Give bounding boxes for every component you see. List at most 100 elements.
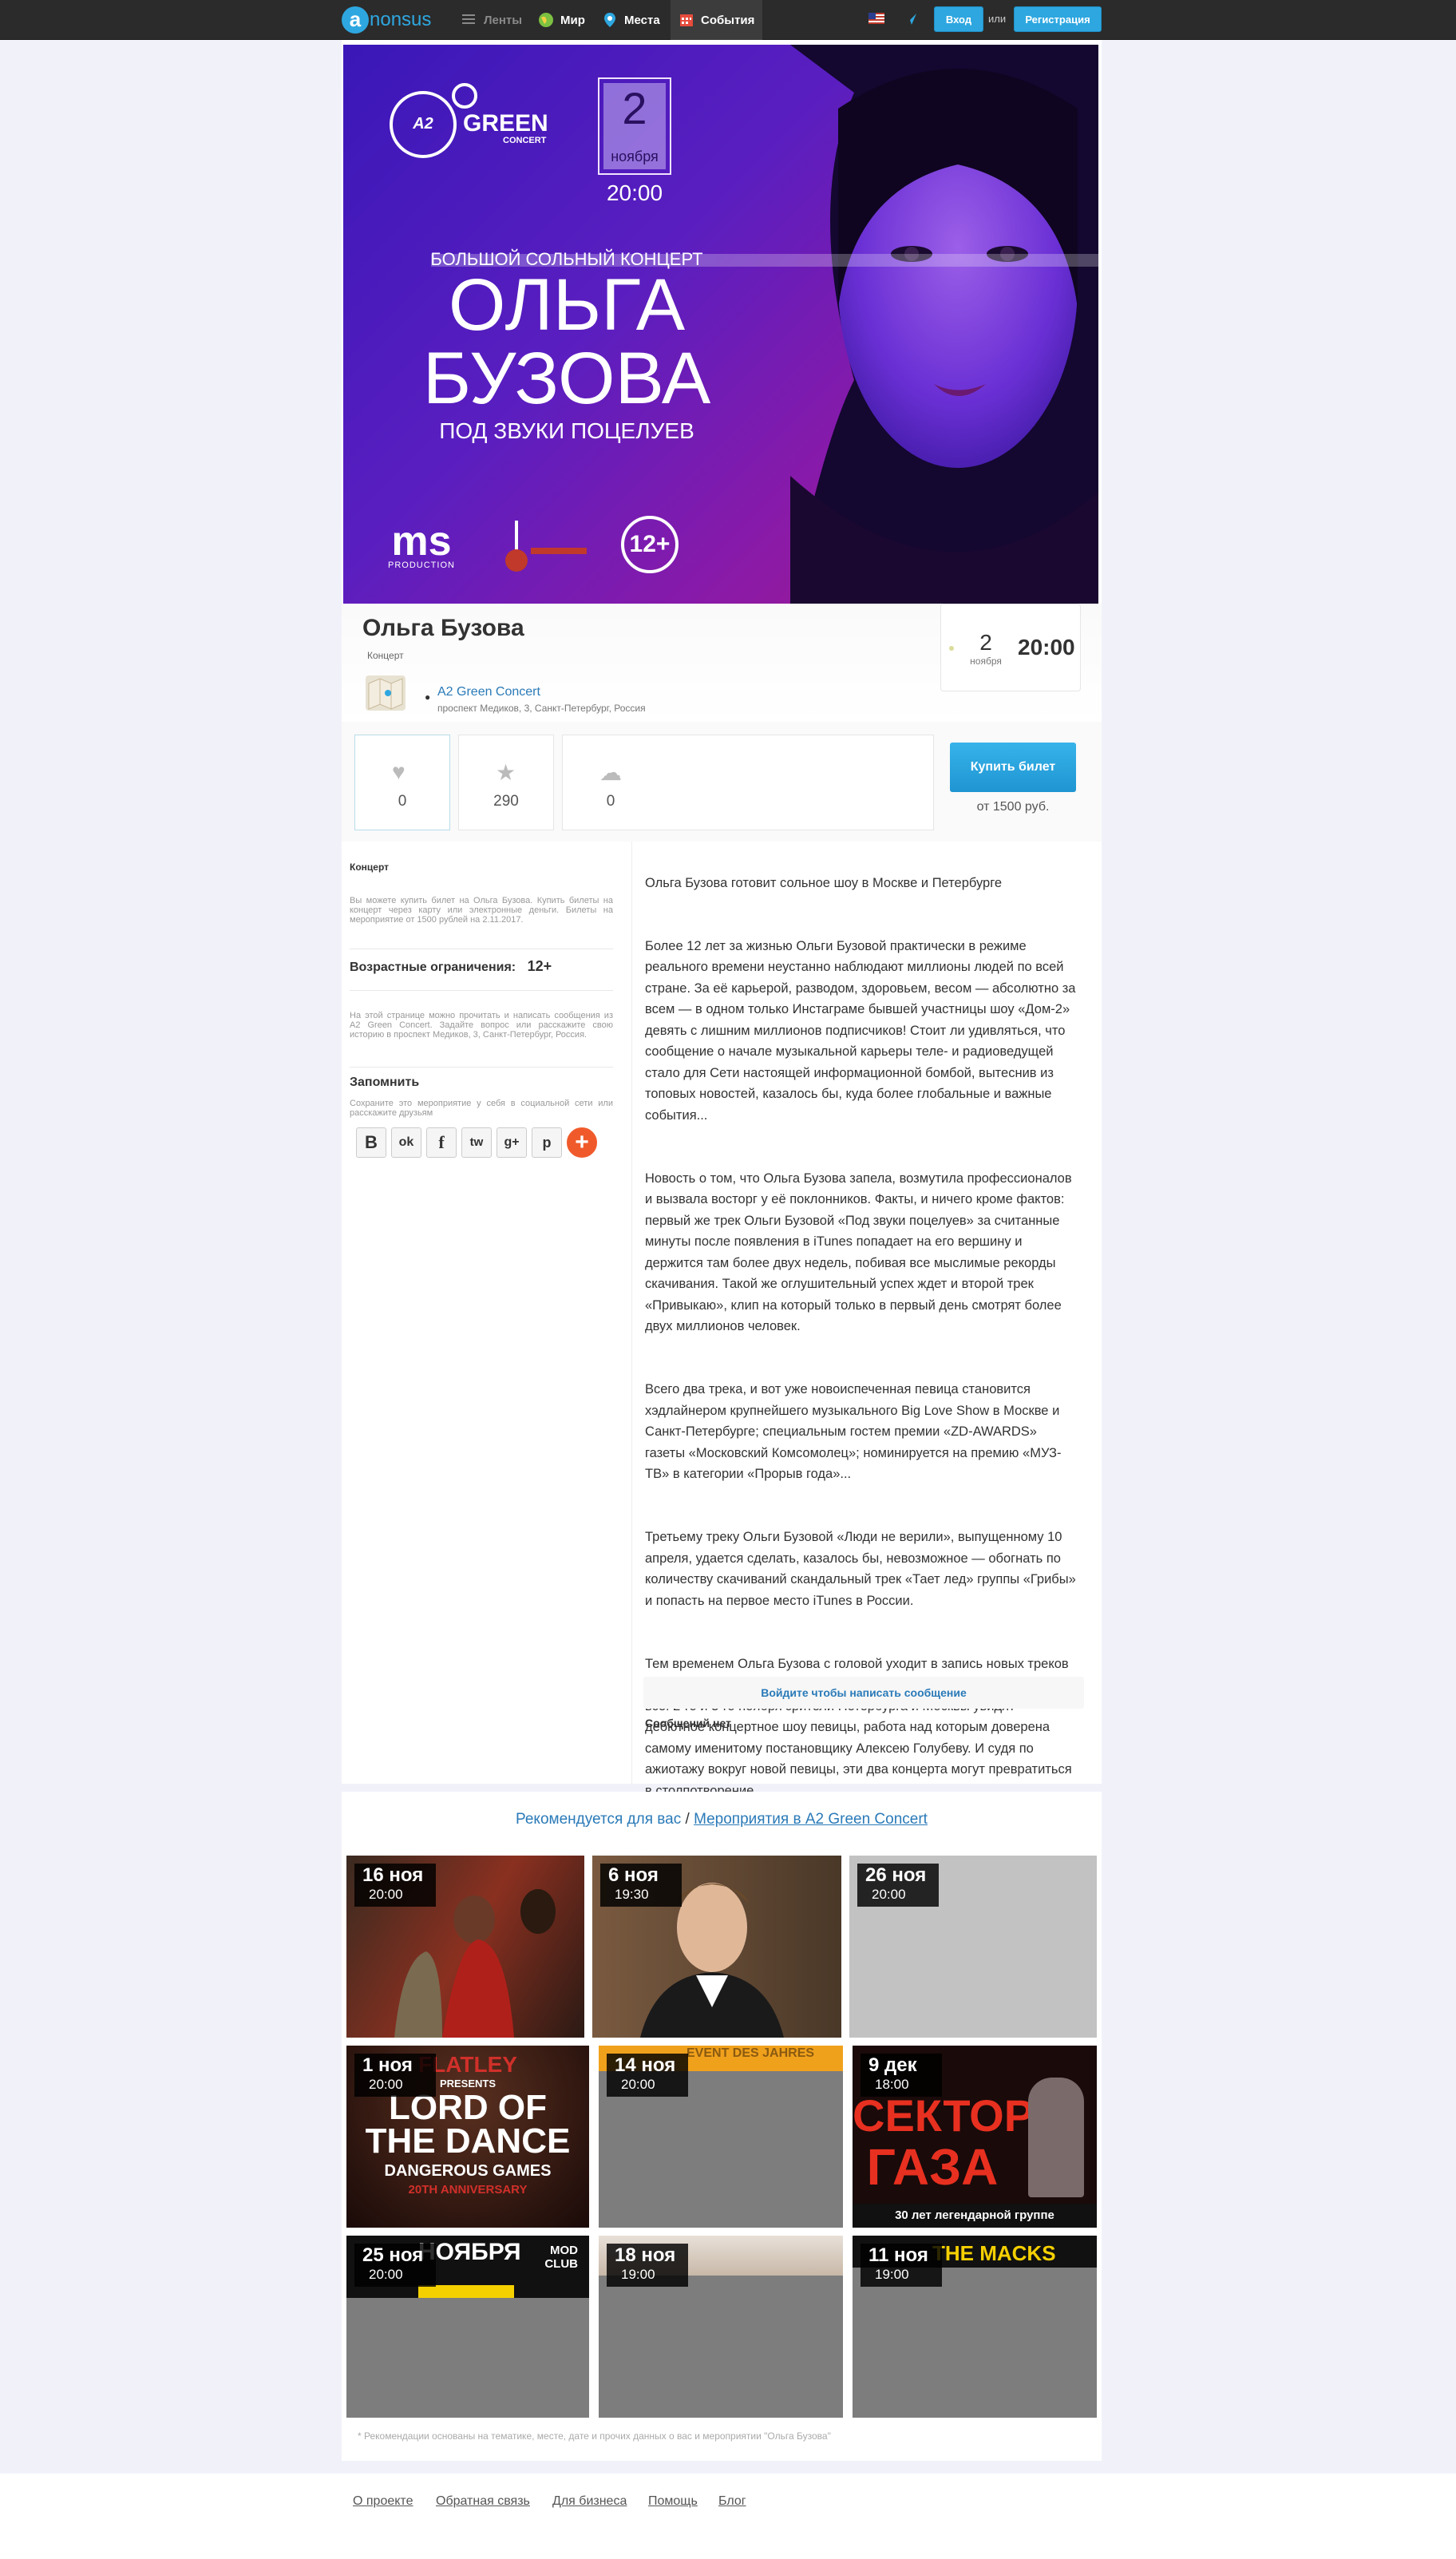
event-date-month: ноября xyxy=(970,656,1002,667)
event-category: Концерт xyxy=(367,650,404,661)
nav-events[interactable]: События xyxy=(671,0,763,40)
poster-time: 20:00 xyxy=(606,180,663,205)
event-card-date-day: 1 ноя xyxy=(362,2054,413,2076)
venue-map-thumbnail[interactable] xyxy=(366,675,406,711)
twitter-share-icon[interactable]: tw xyxy=(461,1127,492,1158)
like-stat[interactable]: ♥ 0 xyxy=(354,735,450,830)
event-card[interactable]: СЕКТОР ГАЗА 30 лет легендарной группе 9 … xyxy=(853,2046,1097,2228)
footer-link-blog[interactable]: Блог xyxy=(718,2494,746,2509)
event-card-date-day: 16 ноя xyxy=(362,1864,424,1886)
footer-link-business[interactable]: Для бизнеса xyxy=(552,2494,627,2509)
event-card[interactable]: 6 ноя 19:30 xyxy=(592,1856,841,2038)
event-card-time: 19:00 xyxy=(875,2267,909,2282)
nav-places[interactable]: Места xyxy=(602,0,660,40)
no-comments-text: Сообщений нет xyxy=(645,1717,731,1729)
compass-icon[interactable] xyxy=(903,11,919,27)
event-card-date-day: 6 ноя xyxy=(608,1864,659,1886)
nav-feeds[interactable]: Ленты xyxy=(461,0,522,40)
buy-ticket-button[interactable]: Купить билет xyxy=(950,743,1076,792)
ticket-price: от 1500 руб. xyxy=(976,800,1050,814)
map-pin-small-icon: ● xyxy=(425,691,431,703)
heart-icon: ♥ xyxy=(392,759,406,784)
poster-venue-a2: A2 xyxy=(413,115,433,133)
recommendations-note: * Рекомендации основаны на тематике, мес… xyxy=(358,2430,831,2442)
event-card[interactable]: 26 ноя 20:00 xyxy=(849,1856,1097,2038)
flag-us-icon[interactable] xyxy=(868,13,884,24)
event-card-date-day: 11 ноя xyxy=(868,2244,928,2266)
logo-letter: a xyxy=(342,6,369,34)
remember-title: Запомнить xyxy=(350,1075,420,1089)
event-card[interactable]: 16 ноя 20:00 xyxy=(346,1856,584,2038)
poster-date-day: 2 xyxy=(622,83,647,133)
login-to-comment-link[interactable]: Войдите чтобы написать сообщение xyxy=(643,1677,1084,1709)
top-navigation-bar: a nonsus Ленты Мир Места События Вход ил… xyxy=(0,0,1456,40)
footer-link-help[interactable]: Помощь xyxy=(648,2494,698,2509)
login-button[interactable]: Вход xyxy=(934,6,983,32)
event-card-date-day: 14 ноя xyxy=(615,2054,676,2076)
event-card-time: 20:00 xyxy=(369,2267,403,2282)
event-card-date-day: 9 дек xyxy=(868,2054,917,2076)
nav-events-label: События xyxy=(701,13,755,27)
event-card[interactable]: FLATLEY PRESENTS LORD OF THE DANCE DANGE… xyxy=(346,2046,589,2228)
event-card-time: 20:00 xyxy=(872,1887,906,1902)
recommendations-separator: / xyxy=(685,1811,690,1828)
star-count: 290 xyxy=(493,793,519,810)
recommendations-title: Рекомендуется для вас xyxy=(516,1811,682,1828)
event-card-date-day: 25 ноя xyxy=(362,2244,424,2266)
sidebar-divider xyxy=(350,1067,613,1068)
event-card-date: 6 ноя 19:30 xyxy=(600,1864,682,1907)
sidebar-info-text: На этой странице можно прочитать и напис… xyxy=(350,1011,613,1040)
event-card[interactable]: 18 ноя 19:00 xyxy=(599,2236,843,2418)
odnoklassniki-share-icon[interactable]: ok xyxy=(391,1127,421,1158)
globe-icon xyxy=(538,12,554,28)
recommendations-header: Рекомендуется для вас / Мероприятия в A2… xyxy=(342,1811,1102,1828)
event-date-box: 2 ноября 20:00 xyxy=(940,604,1081,691)
nav-world[interactable]: Мир xyxy=(538,0,585,40)
event-card[interactable]: НОЯБРЯ MOD CLUB 25 ноя 20:00 xyxy=(346,2236,589,2418)
poster-date-month: ноября xyxy=(611,149,659,164)
comment-stat[interactable]: ☁ 0 xyxy=(562,735,934,830)
footer-link-about[interactable]: О проекте xyxy=(353,2494,413,2509)
description-paragraph: Третьему треку Ольги Бузовой «Люди не ве… xyxy=(645,1530,1076,1608)
venue-events-link[interactable]: Мероприятия в A2 Green Concert xyxy=(694,1811,928,1828)
event-card-date-day: 26 ноя xyxy=(865,1864,927,1886)
event-main-card: A2 GREEN CONCERT 2 ноября 20:00 БОЛЬШОЙ … xyxy=(342,40,1102,1798)
event-header: Ольга Бузова Концерт ● A2 Green Concert … xyxy=(342,604,1102,722)
more-share-icon[interactable]: + xyxy=(567,1127,597,1158)
map-pin-icon xyxy=(602,12,618,28)
recommendations-section: Рекомендуется для вас / Мероприятия в A2… xyxy=(342,1792,1102,2461)
facebook-share-icon[interactable]: f xyxy=(426,1127,457,1158)
star-icon: ★ xyxy=(496,760,516,785)
event-card-photo xyxy=(1028,2078,1084,2197)
pinterest-share-icon[interactable]: p xyxy=(532,1127,562,1158)
event-title: Ольга Бузова xyxy=(362,615,524,641)
vk-share-icon[interactable]: В xyxy=(356,1127,386,1158)
event-card-poster-text: THE MACKS xyxy=(932,2241,1056,2265)
event-card-date: 1 ноя 20:00 xyxy=(354,2054,436,2097)
google-plus-share-icon[interactable]: g+ xyxy=(497,1127,527,1158)
age-restriction-row: Возрастные ограничения: 12+ xyxy=(350,959,613,974)
event-card-time: 19:00 xyxy=(621,2267,655,2282)
venue-link[interactable]: A2 Green Concert xyxy=(437,685,540,699)
event-card-poster-text: DANGEROUS GAMES xyxy=(384,2162,552,2180)
event-card-poster-text: 20TH ANNIVERSARY xyxy=(408,2183,528,2197)
register-button[interactable]: Регистрация xyxy=(1014,6,1102,32)
poster-sponsor-sub: PRODUCTION xyxy=(388,561,455,570)
status-dot xyxy=(949,646,954,651)
event-card-poster-text: СЕКТОР xyxy=(853,2090,1035,2141)
comment-count: 0 xyxy=(606,793,615,810)
event-card[interactable]: THE MACKS 11 ноя 19:00 xyxy=(853,2236,1097,2418)
event-card-time: 20:00 xyxy=(621,2077,655,2092)
event-card-date: 25 ноя 20:00 xyxy=(354,2244,436,2287)
anonsus-logo[interactable]: a nonsus xyxy=(342,6,431,34)
event-card-date-day: 18 ноя xyxy=(615,2244,676,2266)
poster-sponsor-guitar-logo xyxy=(499,516,595,580)
poster-sponsor-ms: MS xyxy=(391,518,452,564)
footer-link-feedback[interactable]: Обратная связь xyxy=(436,2494,530,2509)
description-paragraph: Ольга Бузова готовит сольное шоу в Москв… xyxy=(645,875,1003,890)
event-card[interactable]: EVENT DES JAHRES 14 ноя 20:00 xyxy=(599,2046,843,2228)
sidebar-divider xyxy=(350,990,613,991)
event-card-time: 20:00 xyxy=(369,1887,403,1902)
event-card-poster-text: THE DANCE xyxy=(365,2121,571,2161)
star-stat[interactable]: ★ 290 xyxy=(458,735,554,830)
